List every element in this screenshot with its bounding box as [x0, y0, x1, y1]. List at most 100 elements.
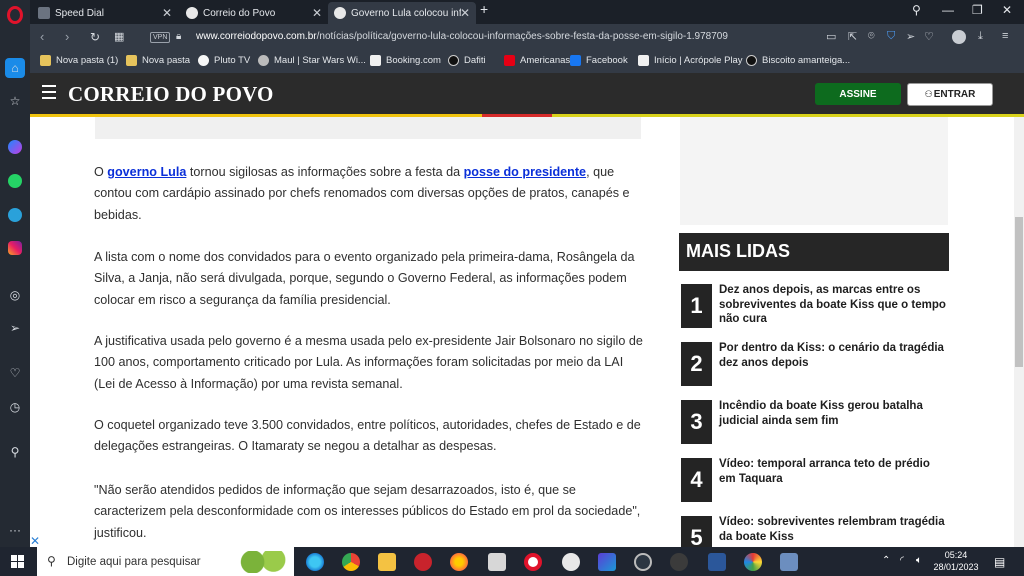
search-tabs-icon[interactable]: ⚲	[912, 3, 921, 17]
messenger-icon[interactable]	[5, 137, 25, 157]
scrollbar-thumb[interactable]	[1015, 217, 1023, 367]
star-icon[interactable]: ☆	[5, 91, 25, 111]
network-icon[interactable]: ◜	[900, 555, 904, 566]
home-icon[interactable]: ⌂	[5, 58, 25, 78]
facebook-icon	[570, 55, 581, 66]
file-explorer-icon[interactable]	[378, 553, 396, 571]
clock-app-icon[interactable]	[562, 553, 580, 571]
player-icon[interactable]: ◎	[5, 285, 25, 305]
rank-number: 2	[681, 342, 712, 386]
restore-icon[interactable]: ❐	[972, 3, 983, 17]
forward-icon[interactable]: ›	[65, 29, 69, 44]
app-icon[interactable]	[670, 553, 688, 571]
download-icon[interactable]: ⤓	[978, 30, 983, 43]
app-icon[interactable]	[598, 553, 616, 571]
login-button[interactable]: ⚇ ENTRAR	[907, 83, 993, 106]
bookmark-pluto-tv[interactable]: Pluto TV	[198, 55, 250, 66]
headline-link[interactable]: Incêndio da boate Kiss gerou batalha jud…	[719, 399, 947, 428]
send-icon[interactable]: ➢	[5, 318, 25, 338]
firefox-icon[interactable]	[450, 553, 468, 571]
word-icon[interactable]	[708, 553, 726, 571]
send-icon[interactable]: ➢	[906, 30, 915, 43]
taskbar-clock[interactable]: 05:24 28/01/2023	[930, 549, 982, 573]
camera-icon[interactable]: ⌾	[868, 30, 875, 43]
user-icon: ⚇	[924, 89, 933, 99]
reload-icon[interactable]: ↻	[90, 30, 100, 44]
opera-icon[interactable]	[524, 553, 542, 571]
instagram-icon[interactable]	[5, 238, 25, 258]
headline-link[interactable]: Vídeo: sobreviventes relembram tragédia …	[719, 515, 947, 544]
link-posse-do-presidente[interactable]: posse do presidente	[464, 165, 586, 179]
list-item[interactable]: 1 Dez anos depois, as marcas entre os so…	[681, 284, 949, 328]
rank-number: 3	[681, 400, 712, 444]
site-logo[interactable]: CORREIO DO POVO	[68, 82, 274, 107]
article-paragraph: A justificativa usada pelo governo é a m…	[94, 334, 643, 391]
heart-icon[interactable]: ♡	[924, 30, 934, 43]
share-icon[interactable]: ⇱	[848, 30, 857, 43]
close-icon[interactable]: ✕	[312, 6, 322, 20]
link-governo-lula[interactable]: governo Lula	[107, 165, 186, 179]
tab-governo-lula[interactable]: Governo Lula colocou infor ✕	[328, 2, 476, 24]
more-icon[interactable]: ···	[5, 520, 25, 540]
calculator-icon[interactable]	[488, 553, 506, 571]
lightbulb-icon[interactable]: ⚲	[5, 442, 25, 462]
app-icon[interactable]	[780, 553, 798, 571]
bookmark-star-wars[interactable]: Maul | Star Wars Wi...	[258, 55, 366, 66]
whatsapp-icon[interactable]	[5, 171, 25, 191]
close-window-icon[interactable]: ✕	[1002, 3, 1012, 17]
back-icon[interactable]: ‹	[40, 29, 44, 44]
subscribe-button[interactable]: ASSINE	[815, 83, 901, 105]
extension-icon[interactable]: ▭	[826, 30, 836, 43]
windows-start-icon[interactable]	[11, 555, 24, 568]
chevron-up-icon[interactable]: ⌃	[882, 555, 890, 566]
list-item[interactable]: 5 Vídeo: sobreviventes relembram tragédi…	[681, 516, 949, 547]
opera-logo-icon[interactable]	[7, 6, 23, 24]
bookmark-biscoito[interactable]: Biscoito amanteiga...	[746, 55, 850, 66]
taskbar-search-input[interactable]: ⚲ Digite aqui para pesquisar	[37, 547, 294, 576]
page-scrollbar[interactable]	[1014, 117, 1024, 547]
app-icon[interactable]	[414, 553, 432, 571]
search-placeholder: Digite aqui para pesquisar	[67, 555, 201, 568]
tabs-grid-icon[interactable]: ▦	[114, 30, 124, 43]
bookmark-facebook[interactable]: Facebook	[570, 55, 628, 66]
rank-number: 4	[681, 458, 712, 502]
close-icon[interactable]: ✕	[162, 6, 172, 20]
new-tab-button[interactable]: +	[480, 1, 488, 17]
telegram-icon[interactable]	[5, 205, 25, 225]
site-favicon-icon	[186, 7, 198, 19]
history-icon[interactable]: ◷	[5, 397, 25, 417]
media-placeholder	[95, 117, 641, 139]
article-paragraph: A lista com o nome dos convidados para o…	[94, 250, 635, 307]
menu-icon[interactable]: ≡	[1002, 30, 1008, 42]
bookmark-acropole[interactable]: Início | Acrópole Play	[638, 55, 743, 66]
tab-correio-do-povo[interactable]: Correio do Povo ✕	[180, 2, 328, 24]
paint-icon[interactable]	[744, 553, 762, 571]
lock-icon[interactable]: 🔒︎	[176, 31, 181, 42]
profile-icon[interactable]	[952, 30, 966, 47]
list-item[interactable]: 4 Vídeo: temporal arranca teto de prédio…	[681, 458, 949, 502]
url-field[interactable]: www.correiodopovo.com.br/notícias/políti…	[196, 31, 728, 42]
bookmark-dafiti[interactable]: Dafiti	[448, 55, 486, 66]
hamburger-menu-icon[interactable]	[42, 85, 56, 103]
chrome-icon[interactable]	[342, 553, 360, 571]
close-icon[interactable]: ✕	[460, 6, 470, 20]
minimize-icon[interactable]: —	[942, 3, 954, 17]
bookmark-folder[interactable]: Nova pasta (1)	[40, 55, 118, 66]
bookmark-americanas[interactable]: Americanas	[504, 55, 570, 66]
shield-icon[interactable]: ⛉	[887, 30, 895, 43]
tab-speed-dial[interactable]: Speed Dial ✕	[32, 2, 178, 24]
list-item[interactable]: 2 Por dentro da Kiss: o cenário da tragé…	[681, 342, 949, 386]
notifications-icon[interactable]: ▤	[994, 555, 1005, 569]
bookmark-folder[interactable]: Nova pasta	[126, 55, 190, 66]
list-item[interactable]: 3 Incêndio da boate Kiss gerou batalha j…	[681, 400, 949, 444]
vpn-badge[interactable]: VPN	[150, 32, 171, 43]
volume-icon[interactable]: 🔈︎	[916, 555, 922, 566]
bookmark-booking[interactable]: Booking.com	[370, 55, 441, 66]
heart-icon[interactable]: ♡	[5, 363, 25, 383]
obs-icon[interactable]	[634, 553, 652, 571]
headline-link[interactable]: Por dentro da Kiss: o cenário da tragédi…	[719, 341, 947, 370]
close-ad-icon[interactable]: ✕	[30, 534, 44, 548]
edge-icon[interactable]	[306, 553, 324, 571]
headline-link[interactable]: Vídeo: temporal arranca teto de prédio e…	[719, 457, 947, 486]
headline-link[interactable]: Dez anos depois, as marcas entre os sobr…	[719, 283, 947, 327]
